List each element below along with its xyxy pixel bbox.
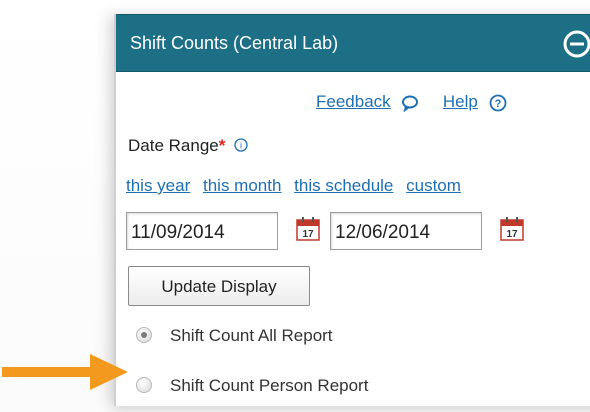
custom-link[interactable]: custom: [406, 176, 461, 195]
svg-text:17: 17: [302, 229, 314, 240]
date-range-text: Date Range: [128, 136, 219, 155]
shift-counts-panel: Shift Counts (Central Lab) Feedback Help…: [114, 14, 590, 406]
feedback-link[interactable]: Feedback: [316, 92, 391, 111]
report-option-all[interactable]: Shift Count All Report: [136, 326, 333, 346]
start-date-input[interactable]: 11/09/2014: [126, 212, 278, 250]
calendar-icon[interactable]: 17: [296, 217, 320, 241]
panel-title: Shift Counts (Central Lab): [130, 33, 339, 53]
svg-text:i: i: [240, 140, 242, 150]
svg-text:17: 17: [506, 229, 518, 240]
this-month-link[interactable]: this month: [203, 176, 281, 195]
calendar-icon[interactable]: 17: [500, 217, 524, 241]
required-marker: *: [218, 136, 226, 155]
date-range-label: Date Range* i: [128, 136, 248, 156]
report-option-person[interactable]: Shift Count Person Report: [136, 376, 368, 396]
arrow-right-icon: [2, 354, 128, 390]
svg-text:?: ?: [494, 98, 501, 110]
feedback-help-links: Feedback Help ?: [316, 92, 507, 112]
end-date-input[interactable]: 12/06/2014: [330, 212, 482, 250]
date-quick-links: this year this month this schedule custo…: [126, 176, 469, 196]
radio-person-report-label: Shift Count Person Report: [170, 376, 369, 395]
panel-header: Shift Counts (Central Lab): [116, 14, 590, 72]
collapse-icon[interactable]: [562, 29, 590, 59]
help-link[interactable]: Help: [443, 92, 478, 111]
radio-all-report-label: Shift Count All Report: [170, 326, 333, 345]
question-circle-icon[interactable]: ?: [489, 94, 507, 112]
this-year-link[interactable]: this year: [126, 176, 190, 195]
info-circle-icon[interactable]: i: [234, 137, 248, 152]
speech-bubble-icon[interactable]: [401, 94, 419, 112]
radio-person-report[interactable]: [136, 376, 152, 393]
update-display-button[interactable]: Update Display: [128, 266, 310, 306]
this-schedule-link[interactable]: this schedule: [294, 176, 393, 195]
radio-all-report[interactable]: [136, 326, 152, 343]
